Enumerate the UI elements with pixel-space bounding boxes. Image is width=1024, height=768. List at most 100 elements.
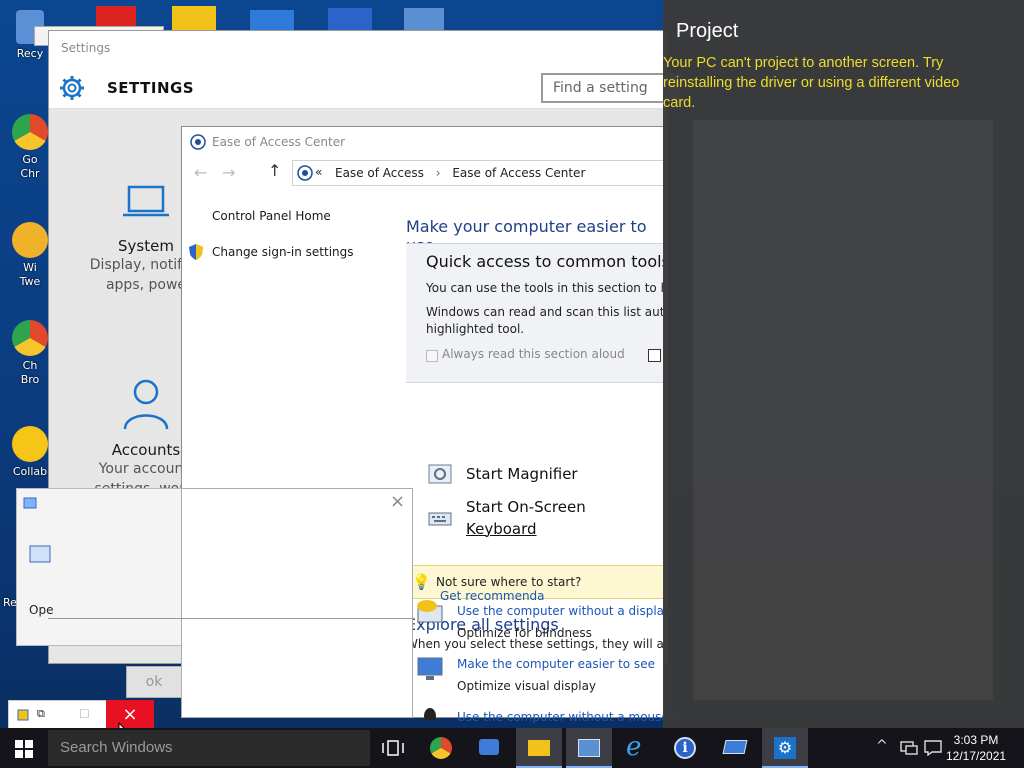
magnifier-icon xyxy=(428,464,452,484)
ease-of-access-icon xyxy=(190,134,206,150)
use-without-display-link[interactable]: Use the computer without a display xyxy=(457,603,671,620)
breadcrumb-item[interactable]: Ease of Access Center xyxy=(452,166,585,180)
always-read-label: Always read this section aloud xyxy=(442,347,625,361)
task-view-icon[interactable] xyxy=(370,728,416,768)
notification-icon[interactable] xyxy=(924,740,942,756)
control-panel-icon[interactable] xyxy=(566,728,612,768)
scan-checkbox[interactable] xyxy=(648,349,661,362)
desktop-icon-label: Re xyxy=(3,596,17,609)
dialog-left-panel: Ope xyxy=(16,488,184,646)
chat-bubble xyxy=(479,739,499,755)
project-panel: Project Your PC can't project to another… xyxy=(663,0,1024,728)
desktop-icon-label: Ch Bro xyxy=(20,359,40,386)
desktop-icon-label: Wi Twe xyxy=(19,261,41,288)
network-icon[interactable] xyxy=(900,740,918,756)
ie-glyph: e xyxy=(626,732,642,762)
onscreen-keyboard-line1: Start On-Screen xyxy=(466,498,586,516)
keyboard-icon xyxy=(428,512,452,526)
project-title: Project xyxy=(676,20,739,42)
window-icon[interactable] xyxy=(404,8,444,32)
desktop-icon-label: Collab xyxy=(12,465,48,478)
quick-access-line2: Windows can read and scan this list auto… xyxy=(426,305,665,319)
monitor-see-icon xyxy=(417,657,443,680)
window-icon xyxy=(23,497,37,509)
always-read-checkbox[interactable] xyxy=(426,350,438,362)
dialog-open-text: Ope xyxy=(29,603,54,617)
control-panel-glyph xyxy=(578,739,600,757)
display-off-icon xyxy=(417,600,443,623)
back-arrow-icon[interactable]: ← xyxy=(194,163,207,182)
monitor-icon[interactable] xyxy=(250,10,294,32)
chrome-icon xyxy=(12,320,48,356)
breadcrumb-separator: › xyxy=(435,166,441,180)
restore-icon[interactable]: ⧉ xyxy=(37,707,45,721)
system-clock[interactable]: 3:03 PM 12/17/2021 xyxy=(946,732,1006,764)
taskbar: Search Windows e i ⚙ ^ 3:03 PM 12/17/202… xyxy=(0,728,1024,768)
desktop-icon-label: Recy xyxy=(16,47,44,60)
lightbulb-icon: 💡 xyxy=(412,573,431,591)
settings-icon[interactable]: ⚙ xyxy=(762,728,808,768)
change-sign-in-settings-link[interactable]: Change sign-in settings xyxy=(212,245,354,259)
folder-icon[interactable] xyxy=(172,6,216,32)
clock-time: 3:03 PM xyxy=(953,733,999,747)
desktop-icon-label: Go Chr xyxy=(20,153,40,180)
mouse-icon xyxy=(424,708,436,720)
find-setting-input[interactable]: Find a setting xyxy=(541,73,681,103)
smiley-icon xyxy=(12,426,48,462)
person-icon xyxy=(123,379,169,430)
recommendation-tip: 💡 Not sure where to start? Get recommend… xyxy=(404,565,664,603)
up-arrow-icon[interactable]: ↑ xyxy=(268,161,281,180)
get-recommendations-link[interactable]: Get recommenda xyxy=(440,589,545,603)
breadcrumb-overflow[interactable]: « xyxy=(315,165,322,179)
task-view-glyph xyxy=(382,740,404,756)
quick-access-panel: Quick access to common tools You can use… xyxy=(406,243,665,383)
maximize-icon[interactable]: ☐ xyxy=(79,707,90,721)
chat-icon[interactable] xyxy=(466,728,512,768)
info-glyph: i xyxy=(674,737,696,759)
ease-of-access-icon xyxy=(297,165,313,181)
quick-access-line3: highlighted tool. xyxy=(426,322,525,336)
start-magnifier-link[interactable]: Start Magnifier xyxy=(466,465,578,483)
app-icon[interactable] xyxy=(712,728,758,768)
window-icon xyxy=(29,545,51,563)
tip-text: Not sure where to start? xyxy=(436,575,582,589)
eac-titlebar: Ease of Access Center xyxy=(182,127,664,157)
settings-page-title: SETTINGS xyxy=(107,79,195,97)
settings-gear-glyph: ⚙ xyxy=(774,737,796,759)
file-explorer-icon[interactable] xyxy=(516,728,562,768)
start-button[interactable] xyxy=(0,728,48,768)
info-icon[interactable]: i xyxy=(662,728,708,768)
gear-icon xyxy=(60,76,84,100)
address-bar[interactable]: « Ease of Access › Ease of Access Center xyxy=(292,160,664,186)
quick-access-title: Quick access to common tools xyxy=(426,252,665,271)
app-glyph xyxy=(722,740,748,754)
divider xyxy=(48,618,414,619)
folders-icon[interactable] xyxy=(328,8,372,32)
forward-arrow-icon[interactable]: → xyxy=(222,163,235,182)
ok-button[interactable]: ok xyxy=(126,666,182,698)
taskbar-search-input[interactable]: Search Windows xyxy=(48,730,370,766)
app-window-icon xyxy=(17,709,29,721)
tweaker-icon xyxy=(12,222,48,258)
make-easier-to-see-link[interactable]: Make the computer easier to see xyxy=(457,656,655,673)
start-onscreen-keyboard-link[interactable]: Start On-Screen Keyboard xyxy=(466,498,586,538)
shield-icon xyxy=(189,244,203,260)
breadcrumb-item[interactable]: Ease of Access xyxy=(335,166,424,180)
chrome-icon xyxy=(12,114,48,150)
folder-glyph xyxy=(528,740,550,756)
dialog-close-icon[interactable]: × xyxy=(390,491,405,512)
project-error-message: Your PC can't project to another screen.… xyxy=(663,55,960,111)
dialog-window: × xyxy=(181,488,413,718)
settings-header: SETTINGS Find a setting xyxy=(49,63,681,109)
edge-ie-icon[interactable]: e xyxy=(614,728,660,768)
optimize-blindness-text: Optimize for blindness xyxy=(457,626,592,640)
laptop-icon xyxy=(123,185,169,217)
use-without-mouse-link[interactable]: Use the computer without a mouse or xyxy=(457,709,685,726)
panel-backdrop xyxy=(693,120,993,700)
chrome-icon[interactable] xyxy=(418,728,464,768)
chevron-up-icon[interactable]: ^ xyxy=(876,738,888,754)
control-panel-home-link[interactable]: Control Panel Home xyxy=(212,209,331,223)
clock-date: 12/17/2021 xyxy=(946,749,1007,763)
windows-logo-icon xyxy=(15,740,33,758)
chrome-logo xyxy=(430,737,452,759)
